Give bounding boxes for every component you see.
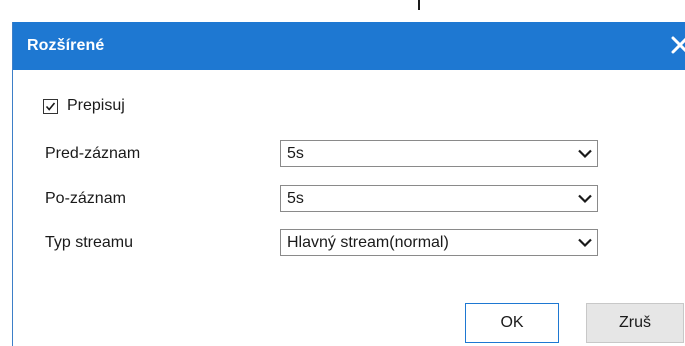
cursor-mark xyxy=(418,0,420,10)
page: Rozšírené Prepisuj Pred-záznam 5s Po-záz… xyxy=(0,0,685,346)
dialog-titlebar: Rozšírené xyxy=(13,22,685,70)
pre-record-label: Pred-záznam xyxy=(45,145,141,162)
close-button[interactable] xyxy=(668,32,685,58)
overwrite-checkbox[interactable] xyxy=(43,98,58,114)
stream-type-value: Hlavný stream(normal) xyxy=(287,234,449,251)
overwrite-label: Prepisuj xyxy=(67,97,125,114)
checkmark-icon xyxy=(45,101,56,111)
dialog-title: Rozšírené xyxy=(27,37,105,54)
ok-button[interactable]: OK xyxy=(465,303,559,343)
advanced-dialog: Rozšírené Prepisuj Pred-záznam 5s Po-záz… xyxy=(12,22,685,346)
stream-type-select[interactable]: Hlavný stream(normal) xyxy=(280,229,598,256)
post-record-value: 5s xyxy=(287,190,304,207)
stream-type-label: Typ streamu xyxy=(45,234,134,251)
cancel-button[interactable]: Zruš xyxy=(586,303,684,343)
post-record-select[interactable]: 5s xyxy=(280,185,598,212)
chevron-down-icon xyxy=(578,149,592,159)
pre-record-select[interactable]: 5s xyxy=(280,140,598,167)
post-record-label: Po-záznam xyxy=(45,190,126,207)
chevron-down-icon xyxy=(578,238,592,248)
close-icon xyxy=(671,36,685,54)
chevron-down-icon xyxy=(578,194,592,204)
overwrite-row: Prepisuj xyxy=(43,96,125,116)
background-window-strip xyxy=(0,0,685,22)
pre-record-value: 5s xyxy=(287,145,304,162)
